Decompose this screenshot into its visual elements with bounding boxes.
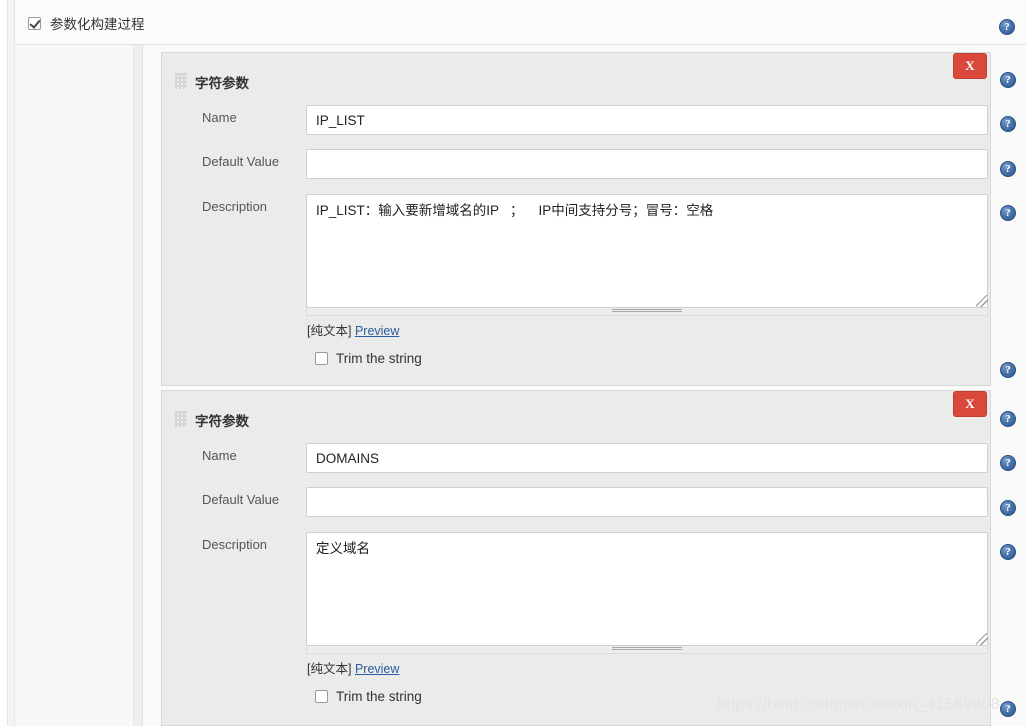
preview-line: [纯文本] Preview [307,320,399,339]
description-row: Description IP_LIST：输入要新增域名的IP ； IP中间支持分… [162,194,990,324]
config-body: 字符参数 X Name Default Value Description IP… [15,45,1026,726]
config-page: 参数化构建过程 字符参数 X Name Default Value [0,0,1026,726]
name-row: Name [162,105,990,135]
help-icon[interactable] [1000,701,1016,717]
trim-checkbox[interactable] [315,352,328,365]
help-icon[interactable] [999,19,1015,35]
help-icon[interactable] [1000,411,1016,427]
textarea-drag-bar[interactable] [306,646,988,654]
default-value-row: Default Value [162,149,990,179]
name-row: Name [162,443,990,473]
page-left-gutter [0,0,8,726]
help-icon[interactable] [1000,72,1016,88]
plain-text-label: [纯文本] [307,324,352,338]
parameter-type-title: 字符参数 [195,76,249,91]
help-icon[interactable] [1000,362,1016,378]
parameters-container: 字符参数 X Name Default Value Description IP… [143,45,1026,726]
preview-line: [纯文本] Preview [307,658,399,677]
name-input[interactable] [306,443,988,473]
help-icon[interactable] [1000,500,1016,516]
drag-handle-icon[interactable] [175,73,187,89]
preview-link[interactable]: Preview [355,662,399,676]
column-divider [134,45,143,726]
trim-row: Trim the string [315,351,422,366]
preview-link[interactable]: Preview [355,324,399,338]
string-parameter-block: 字符参数 X Name Default Value Description IP… [161,52,991,386]
header-inner: 参数化构建过程 [28,13,145,33]
delete-parameter-button[interactable]: X [953,53,987,79]
default-value-row: Default Value [162,487,990,517]
default-value-input[interactable] [306,487,988,517]
description-textarea[interactable]: IP_LIST：输入要新增域名的IP ； IP中间支持分号；冒号：空格 [306,194,988,308]
help-icon[interactable] [1000,205,1016,221]
textarea-drag-bar[interactable] [306,308,988,316]
parameter-type-title: 字符参数 [195,414,249,429]
name-input[interactable] [306,105,988,135]
plain-text-label: [纯文本] [307,662,352,676]
help-icon[interactable] [1000,116,1016,132]
trim-label: Trim the string [336,689,422,704]
parameterized-build-checkbox[interactable] [28,16,41,30]
string-parameter-block: 字符参数 X Name Default Value Description 定义… [161,390,991,726]
help-icon[interactable] [1000,544,1016,560]
help-icon[interactable] [1000,161,1016,177]
help-icon[interactable] [1000,455,1016,471]
description-textarea[interactable]: 定义域名 [306,532,988,646]
delete-parameter-button[interactable]: X [953,391,987,417]
form-left-column [15,45,134,726]
trim-label: Trim the string [336,351,422,366]
trim-row: Trim the string [315,689,422,704]
watermark: https://blog.csdn.net/weixin_41569908 [716,696,1000,713]
default-value-input[interactable] [306,149,988,179]
trim-checkbox[interactable] [315,690,328,703]
page-left-rail [8,0,15,726]
drag-handle-icon[interactable] [175,411,187,427]
parameterized-build-header: 参数化构建过程 [15,0,1026,45]
page-title: 参数化构建过程 [50,17,145,32]
description-row: Description 定义域名 [162,532,990,662]
